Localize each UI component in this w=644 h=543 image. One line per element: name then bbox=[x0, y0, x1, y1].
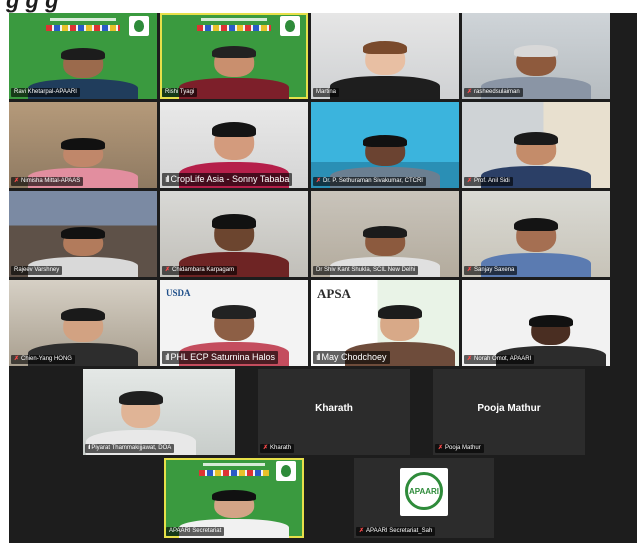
muted-mic-icon: ✗ bbox=[359, 528, 365, 534]
participant-name-label: ✗ rasheedsulaiman bbox=[464, 88, 523, 97]
video-tile-sanjay-saxena[interactable]: ✗ Sanjay Saxena bbox=[462, 191, 610, 277]
video-gallery: Ravi Khetarpal-APAARI Rishi Tyagi Martin… bbox=[9, 13, 637, 543]
apsa-logo: APSA bbox=[317, 286, 351, 301]
conference-banner bbox=[172, 461, 296, 483]
muted-mic-icon: ✗ bbox=[467, 267, 473, 273]
participant-name-label: Ravi Khetarpal-APAARI bbox=[11, 88, 80, 97]
participant-display-name: Pooja Mathur bbox=[477, 403, 541, 415]
muted-mic-icon: ✗ bbox=[316, 178, 322, 184]
participant-name-label: ✗ APAARI Secretariat_Sah bbox=[356, 527, 436, 536]
signal-icon: ıll bbox=[88, 445, 91, 451]
participant-name-label: APAARI Secretariat bbox=[166, 527, 225, 536]
participant-name-label: Rajeev Varshney bbox=[11, 266, 63, 275]
participant-name-label: ✗ Kharath bbox=[260, 444, 295, 453]
participant-name-label: ✗ Sanjay Saxena bbox=[464, 266, 518, 275]
participant-name-label: ✗ Pooja Mathur bbox=[435, 444, 484, 453]
signal-icon: ıll bbox=[165, 174, 169, 184]
video-tile-ravi-khetarpal[interactable]: Ravi Khetarpal-APAARI bbox=[9, 13, 157, 99]
muted-mic-icon: ✗ bbox=[467, 178, 473, 184]
participant-name-label: ✗ Nimisha Mittal-APAAS bbox=[11, 177, 84, 186]
participant-video bbox=[330, 39, 440, 99]
video-tile-apaari-secretariat[interactable]: APAARI Secretariat bbox=[164, 458, 304, 538]
participant-display-name: Kharath bbox=[315, 403, 353, 415]
apaari-logo-icon: APAARI bbox=[400, 468, 448, 516]
video-tile-chidambara-karpagam[interactable]: ✗ Chidambara Karpagam bbox=[160, 191, 308, 277]
apaari-logo-icon bbox=[129, 16, 149, 36]
muted-mic-icon: ✗ bbox=[165, 267, 171, 273]
muted-mic-icon: ✗ bbox=[467, 356, 473, 362]
video-tile-martina[interactable]: Martina bbox=[311, 13, 459, 99]
participant-name-label: ✗ Norah Omot, APAARI bbox=[464, 355, 535, 364]
top-caption: g g g bbox=[0, 0, 644, 13]
video-tile-nimisha-mittal[interactable]: ✗ Nimisha Mittal-APAAS bbox=[9, 102, 157, 188]
video-tile-anil-sidi[interactable]: ✗ Prof. Anil Sidi bbox=[462, 102, 610, 188]
video-tile-kharath[interactable]: Kharath ✗ Kharath bbox=[258, 369, 410, 455]
participant-name-label: ıll PHL ECP Saturnina Halos bbox=[162, 351, 279, 364]
caption-text: g g g bbox=[6, 0, 59, 13]
apaari-logo-icon bbox=[276, 461, 296, 481]
video-tile-pooja-mathur[interactable]: Pooja Mathur ✗ Pooja Mathur bbox=[433, 369, 585, 455]
participant-name-label: ✗ Dr. P. Sethuraman Sivakumar, CTCRI bbox=[313, 177, 426, 186]
signal-icon: ıll bbox=[165, 352, 169, 362]
video-tile-piyarat-thammakijjawat[interactable]: ıll Piyarat Thammakijjawat, DOA bbox=[83, 369, 235, 455]
muted-mic-icon: ✗ bbox=[438, 445, 444, 451]
muted-mic-icon: ✗ bbox=[14, 356, 20, 362]
conference-banner bbox=[17, 16, 149, 38]
video-tile-sonny-tababa[interactable]: ıll CropLife Asia - Sonny Tababa bbox=[160, 102, 308, 188]
video-tile-norah-omot[interactable]: ✗ Norah Omot, APAARI bbox=[462, 280, 610, 366]
participant-name-label: ıll May Chodchoey bbox=[313, 351, 390, 364]
muted-mic-icon: ✗ bbox=[263, 445, 269, 451]
participant-name-label: ✗ Chidambara Karpagam bbox=[162, 266, 238, 275]
conference-banner bbox=[168, 16, 300, 38]
usda-logo: USDA bbox=[166, 288, 191, 298]
participant-name-label: ıll CropLife Asia - Sonny Tababa bbox=[162, 173, 293, 186]
video-tile-sethuraman-sivakumar[interactable]: ✗ Dr. P. Sethuraman Sivakumar, CTCRI bbox=[311, 102, 459, 188]
participant-name-label: Dr Shiv Kant Shukla, SCIL New Delhi bbox=[313, 266, 419, 275]
video-tile-rasheed-sulaiman[interactable]: ✗ rasheedsulaiman bbox=[462, 13, 610, 99]
video-tile-rishi-tyagi[interactable]: Rishi Tyagi bbox=[160, 13, 308, 99]
video-tile-apaari-secretariat-sah[interactable]: APAARI ✗ APAARI Secretariat_Sah bbox=[354, 458, 494, 538]
video-tile-saturnina-halos[interactable]: USDA ıll PHL ECP Saturnina Halos bbox=[160, 280, 308, 366]
muted-mic-icon: ✗ bbox=[467, 89, 473, 95]
participant-name-label: Rishi Tyagi bbox=[162, 88, 198, 97]
signal-icon: ıll bbox=[316, 352, 320, 362]
video-tile-chien-yang-hong[interactable]: ✗ Chien-Yang HONG bbox=[9, 280, 157, 366]
participant-name-label: ✗ Prof. Anil Sidi bbox=[464, 177, 513, 186]
participant-name-label: ✗ Chien-Yang HONG bbox=[11, 355, 75, 364]
apaari-logo-icon bbox=[280, 16, 300, 36]
video-tile-rajeev-varshney[interactable]: Rajeev Varshney bbox=[9, 191, 157, 277]
video-tile-shiv-kant-shukla[interactable]: Dr Shiv Kant Shukla, SCIL New Delhi bbox=[311, 191, 459, 277]
muted-mic-icon: ✗ bbox=[14, 178, 20, 184]
participant-name-label: Martina bbox=[313, 88, 340, 97]
video-tile-may-chodchoey[interactable]: APSA ıll May Chodchoey bbox=[311, 280, 459, 366]
participant-name-label: ıll Piyarat Thammakijjawat, DOA bbox=[85, 444, 175, 453]
